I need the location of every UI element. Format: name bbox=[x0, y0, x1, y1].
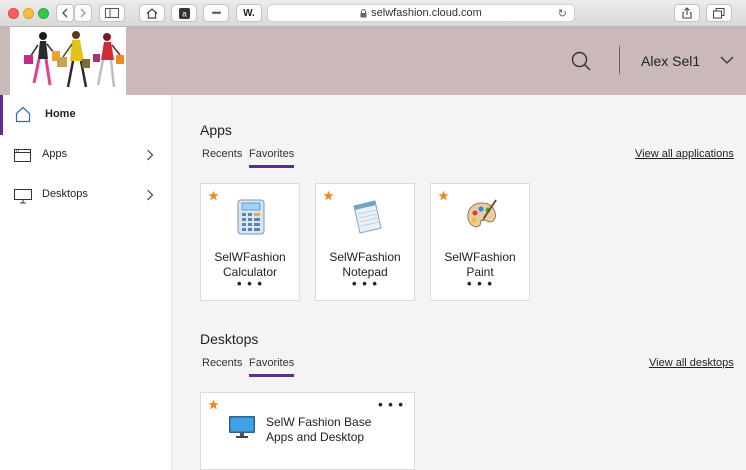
zoom-window-button[interactable] bbox=[38, 8, 49, 19]
sidebar-item-apps[interactable]: Apps bbox=[0, 135, 172, 175]
svg-text:a: a bbox=[182, 9, 187, 18]
back-button[interactable] bbox=[56, 4, 74, 22]
close-window-button[interactable] bbox=[8, 8, 19, 19]
amazon-icon: a bbox=[178, 7, 190, 19]
address-bar[interactable]: selwfashion.cloud.com ↻ bbox=[267, 4, 575, 22]
app-card-notepad[interactable]: SelWFashion Notepad • • • bbox=[315, 183, 415, 301]
home-icon bbox=[15, 106, 31, 123]
more-options-button[interactable]: • • • bbox=[316, 277, 414, 290]
minimize-window-button[interactable] bbox=[23, 8, 34, 19]
desktop-card-name-line2: Apps and Desktop bbox=[266, 430, 365, 444]
amazon-bookmark[interactable]: a bbox=[171, 4, 197, 22]
chevron-down-icon[interactable] bbox=[720, 56, 734, 65]
calculator-icon bbox=[237, 199, 265, 235]
forward-button[interactable] bbox=[74, 4, 92, 22]
sidebar-toggle-button[interactable] bbox=[99, 4, 125, 22]
reader-button[interactable]: W. bbox=[236, 4, 262, 22]
tab-apps-recents[interactable]: Recents bbox=[202, 148, 242, 166]
sidebar-icon bbox=[105, 8, 119, 18]
home-icon bbox=[146, 7, 158, 19]
apps-window-icon bbox=[14, 149, 31, 162]
chevron-right-icon bbox=[147, 189, 154, 201]
sidebar: Home Apps Desktops bbox=[0, 95, 172, 470]
reload-icon[interactable]: ↻ bbox=[558, 7, 567, 20]
tabs-overview-button[interactable] bbox=[706, 4, 732, 22]
browser-toolbar: a •••• W. selwfashion.cloud.com ↻ bbox=[0, 0, 746, 27]
lock-icon bbox=[360, 8, 367, 17]
share-button[interactable] bbox=[674, 4, 700, 22]
brand-logo bbox=[10, 27, 126, 95]
home-button[interactable] bbox=[139, 4, 165, 22]
paint-palette-icon bbox=[467, 199, 497, 228]
app-card-name-line1: SelWFashion bbox=[444, 250, 516, 264]
app-card-name-line1: SelWFashion bbox=[329, 250, 401, 264]
tabs-icon bbox=[713, 7, 725, 18]
monitor-icon bbox=[14, 189, 32, 204]
view-all-applications-link[interactable]: View all applications bbox=[635, 148, 734, 160]
star-icon[interactable] bbox=[208, 399, 219, 410]
desktop-card[interactable]: SelW Fashion Base Apps and Desktop • • • bbox=[200, 392, 415, 470]
main-content: Apps Recents Favorites View all applicat… bbox=[172, 95, 746, 470]
monitor-icon bbox=[229, 416, 255, 438]
address-text: selwfashion.cloud.com bbox=[371, 7, 482, 19]
sidebar-item-label: Apps bbox=[42, 148, 68, 160]
desktops-section-title: Desktops bbox=[200, 331, 259, 347]
chevron-left-icon bbox=[62, 8, 68, 18]
star-icon[interactable] bbox=[323, 190, 334, 201]
chevron-right-icon bbox=[80, 8, 86, 18]
tab-desktops-recents[interactable]: Recents bbox=[202, 357, 242, 375]
app-card-name-line1: SelWFashion bbox=[214, 250, 286, 264]
more-options-button[interactable]: • • • bbox=[431, 277, 529, 290]
dots-icon: •••• bbox=[211, 8, 222, 18]
desktop-card-name: SelW Fashion Base Apps and Desktop bbox=[266, 415, 371, 445]
sidebar-item-home[interactable]: Home bbox=[0, 95, 172, 135]
fashion-logo-illustration bbox=[24, 31, 124, 88]
tab-desktops-favorites[interactable]: Favorites bbox=[249, 357, 295, 377]
share-icon bbox=[682, 7, 692, 19]
notepad-icon bbox=[353, 200, 382, 234]
header-divider bbox=[619, 46, 620, 74]
chevron-right-icon bbox=[147, 149, 154, 161]
app-card-paint[interactable]: SelWFashion Paint • • • bbox=[430, 183, 530, 301]
bookmarks-overflow-button[interactable]: •••• bbox=[203, 4, 229, 22]
desktop-card-name-line1: SelW Fashion Base bbox=[266, 415, 372, 429]
sidebar-item-label: Home bbox=[45, 108, 76, 120]
sidebar-item-desktops[interactable]: Desktops bbox=[0, 175, 172, 215]
search-icon[interactable] bbox=[571, 51, 591, 71]
more-options-button[interactable]: • • • bbox=[201, 277, 299, 290]
tab-apps-favorites[interactable]: Favorites bbox=[249, 148, 295, 168]
app-card-calculator[interactable]: SelWFashion Calculator • • • bbox=[200, 183, 300, 301]
apps-section-title: Apps bbox=[200, 122, 232, 138]
view-all-desktops-link[interactable]: View all desktops bbox=[649, 357, 734, 369]
more-options-button[interactable]: • • • bbox=[378, 398, 404, 411]
star-icon[interactable] bbox=[208, 190, 219, 201]
star-icon[interactable] bbox=[438, 190, 449, 201]
user-name[interactable]: Alex Sel1 bbox=[641, 53, 700, 69]
sidebar-item-label: Desktops bbox=[42, 188, 88, 200]
